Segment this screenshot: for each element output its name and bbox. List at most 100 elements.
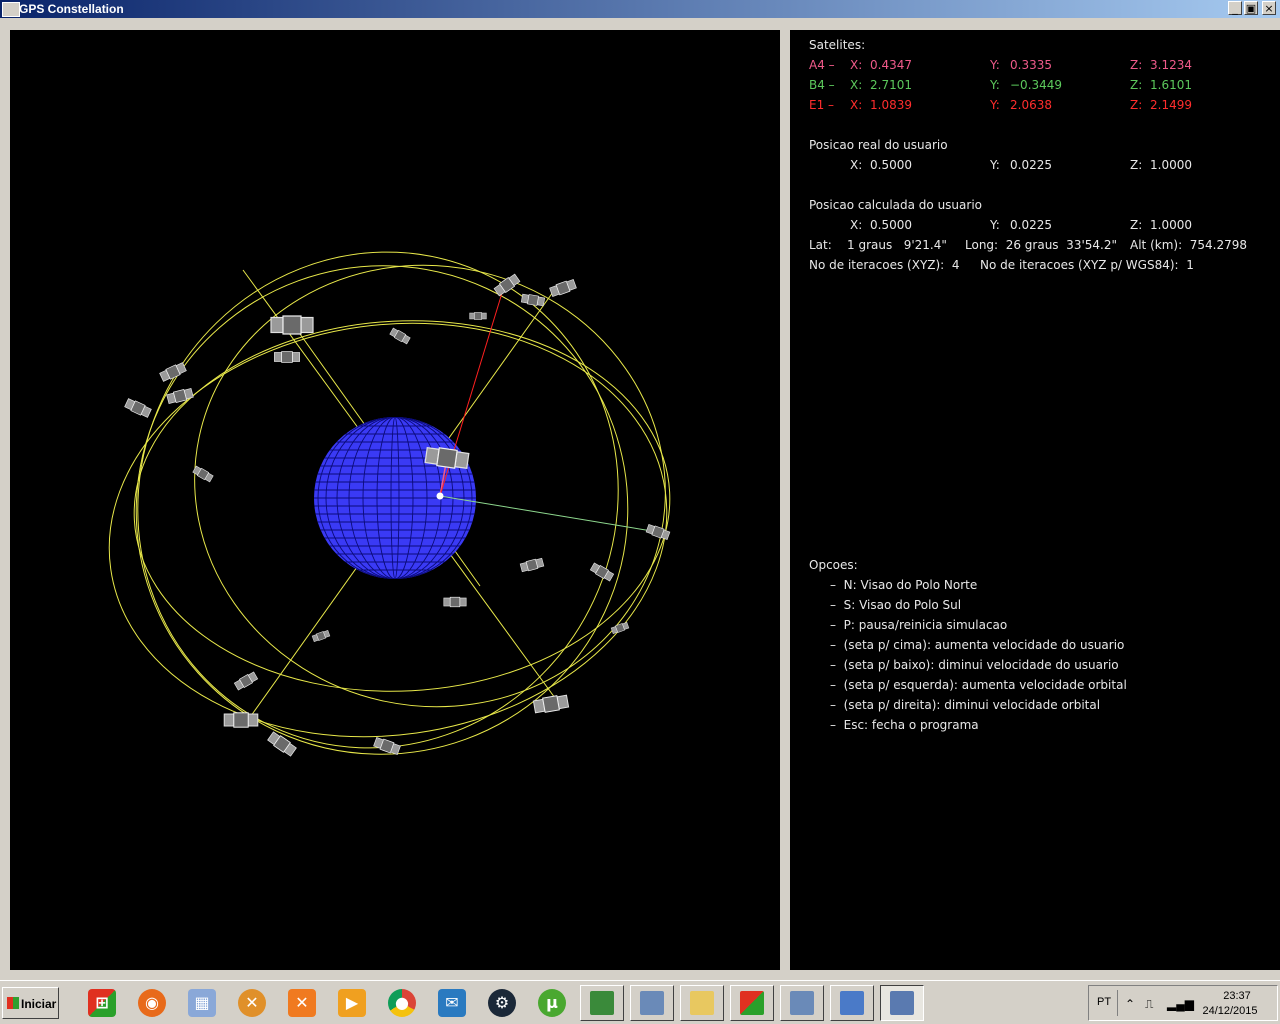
steam-icon[interactable]: ⚙ <box>480 987 520 1019</box>
start-button[interactable]: Iniciar <box>2 987 59 1019</box>
satellite-b4-x: 2.7101 <box>870 78 912 92</box>
outlook-icon[interactable]: ✉ <box>430 987 470 1019</box>
satellite <box>548 278 578 298</box>
minimize-button[interactable]: _ <box>1228 1 1242 15</box>
satellite <box>123 397 153 419</box>
option-item: – (seta p/ direita): diminui velocidade … <box>830 698 1101 712</box>
latitude-readout: Lat: 1 graus 9'21.4" <box>809 238 947 252</box>
real-y-label: Y: <box>990 158 1000 172</box>
satellite-b4-y: −0.3449 <box>1010 78 1063 92</box>
calc-x: 0.5000 <box>870 218 912 232</box>
satellite-a4-z-label: Z: <box>1130 58 1143 72</box>
satellite-e1-label: E1 – <box>809 98 835 112</box>
taskbar: Iniciar ⊞ ◉ ▦ ✕ ✕ ▶ ● ✉ ⚙ µ PT ⌃ ⎍ ▂▄▆ 2… <box>0 980 1280 1024</box>
real-y: 0.0225 <box>1010 158 1052 172</box>
windows-icon[interactable]: ⊞ <box>80 987 120 1019</box>
options-heading: Opcoes: <box>809 558 858 572</box>
calculated-position-heading: Posicao calculada do usuario <box>809 198 983 212</box>
constellation-viewport[interactable] <box>10 30 780 970</box>
folder-icon[interactable] <box>680 985 724 1021</box>
altitude-readout: Alt (km): 754.2798 <box>1130 238 1247 252</box>
satellite <box>519 557 545 573</box>
option-item: – Esc: fecha o programa <box>830 718 979 732</box>
satellite-a4-y: 0.3335 <box>1010 58 1052 72</box>
calc-x-label: X: <box>850 218 863 232</box>
tray-divider <box>1117 990 1118 1016</box>
maximize-button[interactable]: ▣ <box>1244 1 1258 15</box>
satellite <box>233 670 259 692</box>
chevron-up-icon[interactable]: ⌃ <box>1125 997 1135 1011</box>
satellite-b4-z: 1.6101 <box>1150 78 1192 92</box>
real-x-label: X: <box>850 158 863 172</box>
satellite-e1-x-label: X: <box>850 98 863 112</box>
calc-y-label: Y: <box>990 218 1000 232</box>
real-position-heading: Posicao real do usuario <box>809 138 948 152</box>
satellite-e1-y: 2.0638 <box>1010 98 1052 112</box>
iterations-xyz: No de iteracoes (XYZ): 4 <box>809 258 960 272</box>
satellite-b4-z-label: Z: <box>1130 78 1143 92</box>
close-button[interactable]: × <box>1262 1 1276 15</box>
info-panel: Satelites: A4 – X: 0.4347 Y: 0.3335 Z: 3… <box>790 30 1280 970</box>
calc-y: 0.0225 <box>1010 218 1052 232</box>
option-item: – (seta p/ cima): aumenta velocidade do … <box>830 638 1125 652</box>
calc-z-label: Z: <box>1130 218 1143 232</box>
clock-date[interactable]: 24/12/2015 <box>1195 1005 1265 1017</box>
calculator-icon[interactable]: ▦ <box>180 987 220 1019</box>
window-client-area: Satelites: A4 – X: 0.4347 Y: 0.3335 Z: 3… <box>0 18 1280 980</box>
start-label: Iniciar <box>21 997 57 1011</box>
satellite <box>192 465 214 483</box>
satellite-a4-x: 0.4347 <box>870 58 912 72</box>
clock-time[interactable]: 23:37 <box>1207 990 1267 1002</box>
option-item: – P: pausa/reinicia simulacao <box>830 618 1008 632</box>
satellite <box>311 629 331 643</box>
app-icon[interactable] <box>2 2 20 17</box>
language-indicator[interactable]: PT <box>1097 996 1111 1008</box>
option-item: – (seta p/ baixo): diminui velocidade do… <box>830 658 1119 672</box>
signal-icon[interactable]: ▂▄▆ <box>1167 997 1194 1011</box>
option-item: – N: Visao do Polo Norte <box>830 578 978 592</box>
windows-task-icon[interactable] <box>730 985 774 1021</box>
control-panel-icon[interactable] <box>830 985 874 1021</box>
option-item: – (seta p/ esquerda): aumenta velocidade… <box>830 678 1127 692</box>
satellite-a4-label: A4 – <box>809 58 835 72</box>
satellite <box>443 596 467 608</box>
constellation-canvas <box>108 251 671 758</box>
chrome-icon[interactable]: ● <box>380 987 420 1019</box>
document-task-icon[interactable] <box>780 985 824 1021</box>
satellite-a4-z: 3.1234 <box>1150 58 1192 72</box>
gps-window-task[interactable] <box>880 985 924 1021</box>
system-tray: PT ⌃ ⎍ ▂▄▆ 23:37 24/12/2015 <box>1088 985 1278 1021</box>
xampp-icon[interactable]: ✕ <box>280 987 320 1019</box>
satellite <box>469 312 487 320</box>
firefox-icon[interactable]: ◉ <box>130 987 170 1019</box>
network-icon[interactable]: ✕ <box>230 987 270 1019</box>
satellite-e1-z-label: Z: <box>1130 98 1143 112</box>
satellite <box>389 327 411 345</box>
satellite-a4-y-label: Y: <box>990 58 1000 72</box>
usb-icon[interactable]: ⎍ <box>1145 997 1153 1012</box>
gps-window-icon <box>890 991 914 1015</box>
satellite-e1-y-label: Y: <box>990 98 1000 112</box>
spreadsheet-icon[interactable] <box>580 985 624 1021</box>
real-z: 1.0000 <box>1150 158 1192 172</box>
satellite-b4-y-label: Y: <box>990 78 1000 92</box>
longitude-readout: Long: 26 graus 33'54.2" <box>965 238 1117 252</box>
satellite <box>270 315 314 335</box>
satellite <box>520 293 546 307</box>
option-item: – S: Visao do Polo Sul <box>830 598 962 612</box>
real-z-label: Z: <box>1130 158 1143 172</box>
satellite-e1-x: 1.0839 <box>870 98 912 112</box>
satellite <box>610 621 630 635</box>
document-icon[interactable] <box>630 985 674 1021</box>
window-title: GPS Constellation <box>19 2 124 16</box>
satellite-e1-z: 2.1499 <box>1150 98 1192 112</box>
satellite <box>223 712 259 728</box>
satellites-heading: Satelites: <box>809 38 866 52</box>
satellite-a4-x-label: X: <box>850 58 863 72</box>
satellite-b4-x-label: X: <box>850 78 863 92</box>
media-player-icon[interactable]: ▶ <box>330 987 370 1019</box>
utorrent-icon[interactable]: µ <box>530 987 570 1019</box>
satellite <box>589 561 615 583</box>
window-title-bar[interactable]: GPS Constellation _ ▣ × <box>0 0 1280 18</box>
calc-z: 1.0000 <box>1150 218 1192 232</box>
